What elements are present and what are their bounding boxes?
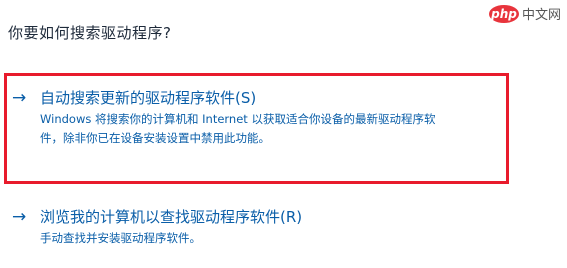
driver-search-dialog: 你要如何搜索驱动程序? php 中文网 → 自动搜索更新的驱动程序软件(S) W… bbox=[0, 0, 567, 268]
dialog-question: 你要如何搜索驱动程序? bbox=[8, 24, 172, 42]
browse-computer-description: 手动查找并安装驱动程序软件。 bbox=[40, 231, 201, 245]
auto-search-title: 自动搜索更新的驱动程序软件(S) bbox=[40, 89, 257, 107]
watermark-site-text: 中文网 bbox=[521, 8, 561, 23]
watermark: php 中文网 bbox=[488, 4, 561, 23]
auto-search-description-line-1: Windows 将搜索你的计算机和 Internet 以获取适合你设备的最新驱动… bbox=[40, 112, 436, 126]
php-logo-icon: php bbox=[488, 4, 519, 23]
browse-computer-option[interactable]: → 浏览我的计算机以查找驱动程序软件(R) 手动查找并安装驱动程序软件。 bbox=[12, 207, 497, 248]
arrow-right-icon: → bbox=[12, 88, 27, 108]
auto-search-description: Windows 将搜索你的计算机和 Internet 以获取适合你设备的最新驱动… bbox=[40, 110, 497, 148]
browse-computer-title: 浏览我的计算机以查找驱动程序软件(R) bbox=[40, 208, 303, 226]
arrow-right-icon: → bbox=[12, 207, 27, 227]
auto-search-option[interactable]: → 自动搜索更新的驱动程序软件(S) Windows 将搜索你的计算机和 Int… bbox=[12, 88, 497, 148]
auto-search-description-line-2: 件，除非你已在设备安装设置中禁用此功能。 bbox=[40, 131, 270, 145]
